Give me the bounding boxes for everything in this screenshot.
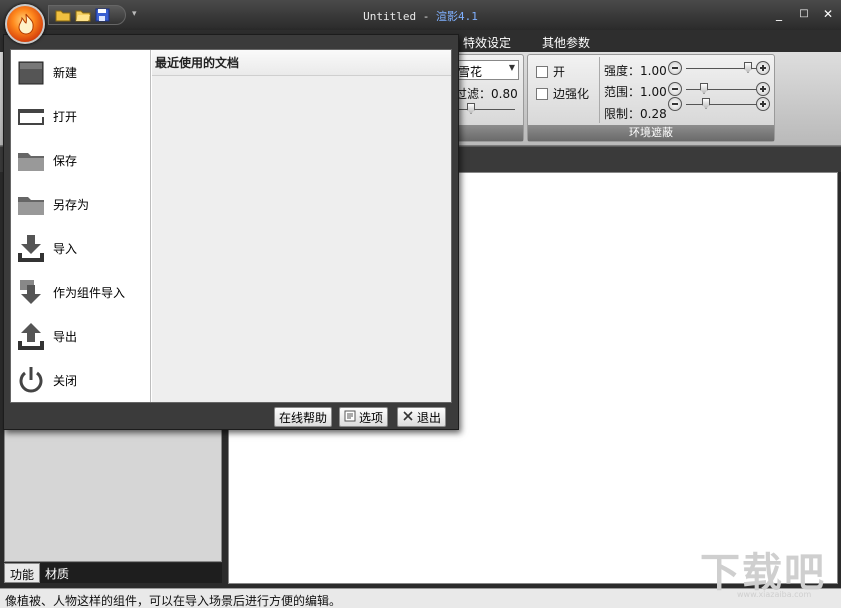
watermark-url: www.xiazaiba.com — [737, 590, 812, 599]
new-document-icon — [16, 57, 46, 87]
recent-documents-title: 最近使用的文档 — [152, 50, 451, 76]
import-component-icon — [16, 277, 46, 307]
recent-documents-pane: 最近使用的文档 — [152, 50, 451, 402]
power-icon — [16, 365, 46, 395]
ao-group-label: 环境遮蔽 — [528, 125, 774, 141]
menu-item-save-as[interactable]: 另存为 — [11, 182, 151, 226]
menu-item-import-component[interactable]: 作为组件导入 — [11, 270, 151, 314]
window-title: Untitled - 渲影4.1 — [363, 10, 478, 23]
ao-group: 开 边强化 强度：1.00 范围：1.00 限制：0.28 环境遮蔽 — [527, 54, 775, 142]
plus-icon[interactable] — [756, 61, 770, 75]
folder-icon — [16, 145, 46, 175]
filter-slider-track[interactable] — [455, 109, 515, 110]
close-button[interactable]: ✕ — [819, 6, 837, 22]
divider — [599, 57, 600, 123]
checkbox-box[interactable] — [536, 65, 548, 78]
tab-functions[interactable]: 功能 — [4, 563, 41, 583]
maximize-button[interactable]: □ — [795, 6, 813, 22]
minimize-button[interactable]: _ — [770, 6, 788, 22]
minus-icon[interactable] — [668, 82, 682, 96]
options-icon — [344, 410, 356, 425]
range-slider-track[interactable] — [686, 89, 758, 90]
plus-icon[interactable] — [756, 82, 770, 96]
flame-logo-icon — [18, 13, 34, 35]
effects-group: 雪花 ▼ 过滤：0.80 — [450, 54, 524, 142]
chevron-down-icon: ▼ — [508, 63, 515, 72]
exit-button[interactable]: 退出 — [397, 407, 447, 427]
menu-item-close[interactable]: 关闭 — [11, 358, 151, 402]
title-bar: ▾ Untitled - 渲影4.1 _ □ ✕ — [0, 0, 841, 30]
minus-icon[interactable] — [668, 97, 682, 111]
effect-combo[interactable]: 雪花 ▼ — [453, 60, 519, 80]
menu-item-save[interactable]: 保存 — [11, 138, 151, 182]
tab-materials[interactable]: 材质 — [40, 563, 74, 583]
menu-item-open[interactable]: 打开 — [11, 94, 151, 138]
edge-enhance-checkbox[interactable]: 边强化 — [536, 85, 589, 102]
open-icon — [16, 101, 46, 131]
tab-effects[interactable]: 特效设定 — [463, 34, 511, 51]
menu-item-import[interactable]: 导入 — [11, 226, 151, 270]
close-icon — [402, 410, 414, 425]
application-menu: 新建 打开 保存 另存为 导入 作为组件导入 导出 关闭 最近使用的文档 在线帮… — [3, 34, 459, 430]
folder-icon — [16, 189, 46, 219]
tab-other-params[interactable]: 其他参数 — [542, 34, 590, 51]
limit-slider-track[interactable] — [686, 104, 758, 105]
limit-label: 限制：0.28 — [604, 107, 667, 121]
range-slider-thumb[interactable] — [700, 83, 708, 94]
application-menu-button[interactable] — [5, 4, 45, 44]
filter-label: 过滤：0.80 — [455, 87, 518, 101]
strength-label: 强度：1.00 — [604, 64, 667, 78]
menu-item-new[interactable]: 新建 — [11, 50, 151, 94]
left-panel — [4, 420, 222, 562]
import-icon — [16, 233, 46, 263]
ao-enable-checkbox[interactable]: 开 — [536, 63, 565, 80]
strength-slider-thumb[interactable] — [744, 62, 752, 73]
limit-slider-thumb[interactable] — [702, 98, 710, 109]
range-label: 范围：1.00 — [604, 85, 667, 99]
menu-list: 新建 打开 保存 另存为 导入 作为组件导入 导出 关闭 — [11, 50, 151, 402]
options-button[interactable]: 选项 — [339, 407, 389, 427]
online-help-button[interactable]: 在线帮助 — [274, 407, 333, 427]
filter-slider-thumb[interactable] — [467, 103, 475, 114]
effects-group-label — [451, 125, 523, 141]
left-tab-bar: 功能 材质 — [4, 563, 222, 583]
minus-icon[interactable] — [668, 61, 682, 75]
export-icon — [16, 321, 46, 351]
checkbox-box[interactable] — [536, 87, 548, 100]
plus-icon[interactable] — [756, 97, 770, 111]
application-menu-body: 新建 打开 保存 另存为 导入 作为组件导入 导出 关闭 最近使用的文档 — [10, 49, 452, 403]
menu-item-export[interactable]: 导出 — [11, 314, 151, 358]
